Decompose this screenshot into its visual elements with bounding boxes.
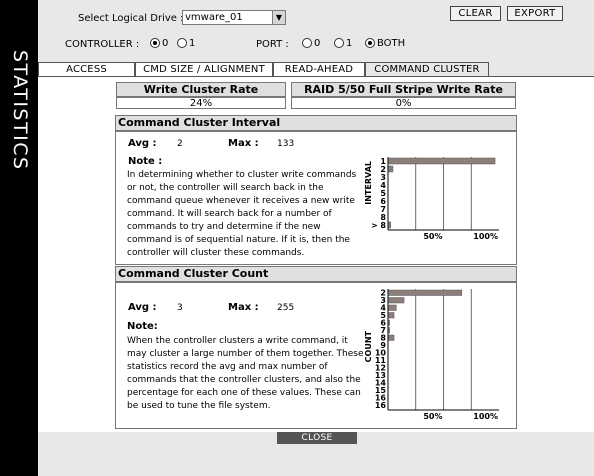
tab-cmd-size-alignment[interactable]: CMD SIZE / ALIGNMENT — [135, 62, 273, 76]
port-option-0[interactable]: 0 — [302, 38, 320, 49]
port-radio-both[interactable] — [365, 38, 375, 48]
interval-bar — [388, 165, 394, 173]
logical-drive-select[interactable]: vmware_01 ▼ — [182, 10, 286, 25]
count-bar — [388, 312, 395, 319]
interval-x-tick-label: 100% — [473, 232, 498, 241]
interval-x-tick-label: 50% — [423, 232, 442, 241]
port-label: PORT : — [256, 39, 289, 50]
interval-avg-value: 2 — [177, 139, 183, 149]
count-bar — [388, 319, 390, 326]
interval-note-label: Note : — [128, 156, 163, 167]
controller-radio-0[interactable] — [150, 38, 160, 48]
tab-read-ahead[interactable]: READ-AHEAD — [273, 62, 365, 76]
interval-max-value: 133 — [277, 139, 295, 149]
count-category-label: > 16 — [372, 401, 386, 410]
count-note-text: When the controller clusters a write com… — [127, 336, 364, 411]
interval-max-label: Max : — [228, 138, 259, 149]
drive-select-label: Select Logical Drive : — [78, 13, 184, 24]
interval-avg-label: Avg : — [128, 138, 157, 149]
count-avg-label: Avg : — [128, 302, 157, 313]
count-bar — [388, 327, 390, 334]
interval-bar — [388, 221, 391, 229]
controller-radio-1[interactable] — [177, 38, 187, 48]
chevron-down-icon[interactable]: ▼ — [272, 11, 285, 24]
count-max-value: 255 — [277, 303, 295, 313]
count-x-tick-label: 50% — [423, 412, 442, 421]
port-option-both[interactable]: BOTH — [365, 38, 405, 49]
count-bar — [388, 297, 405, 304]
controller-option-1[interactable]: 1 — [177, 38, 195, 49]
count-chart: 2345678910111213141516> 1650%100% — [372, 287, 502, 424]
main-panel: Select Logical Drive : vmware_01 ▼ CLEAR… — [38, 0, 594, 476]
port-radio-1[interactable] — [334, 38, 344, 48]
write-cluster-rate-value: 24% — [116, 97, 286, 109]
interval-bar — [388, 157, 496, 165]
write-cluster-rate-header: Write Cluster Rate — [116, 82, 286, 97]
clear-button[interactable]: CLEAR — [450, 6, 501, 21]
raid-full-stripe-value: 0% — [291, 97, 516, 109]
tab-access[interactable]: ACCESS — [38, 62, 135, 76]
content-area: Write Cluster Rate 24% RAID 5/50 Full St… — [38, 77, 594, 432]
controller-option-0[interactable]: 0 — [150, 38, 168, 49]
controller-label: CONTROLLER : — [65, 39, 140, 50]
interval-note-text: In determining whether to cluster write … — [127, 170, 357, 258]
port-radio-0[interactable] — [302, 38, 312, 48]
count-x-tick-label: 100% — [473, 412, 498, 421]
sidebar: STATISTICS — [0, 0, 38, 476]
count-avg-value: 3 — [177, 303, 183, 313]
tab-command-cluster[interactable]: COMMAND CLUSTER — [365, 62, 489, 76]
count-bar — [388, 289, 463, 296]
sidebar-title: STATISTICS — [9, 50, 31, 171]
count-max-label: Max : — [228, 302, 259, 313]
count-bar — [388, 304, 397, 311]
logical-drive-value: vmware_01 — [185, 12, 243, 23]
interval-section-header: Command Cluster Interval — [115, 115, 517, 131]
tab-bar: ACCESS CMD SIZE / ALIGNMENT READ-AHEAD C… — [38, 62, 594, 76]
interval-chart: 12345678> 850% 100% — [372, 155, 502, 255]
count-note-label: Note: — [127, 321, 158, 332]
export-button[interactable]: EXPORT — [507, 6, 563, 21]
count-bar — [388, 334, 395, 341]
interval-category-label: > 8 — [372, 221, 386, 230]
count-section-header: Command Cluster Count — [115, 266, 517, 282]
raid-full-stripe-header: RAID 5/50 Full Stripe Write Rate — [291, 82, 516, 97]
close-button[interactable]: CLOSE — [277, 432, 357, 444]
port-option-1[interactable]: 1 — [334, 38, 352, 49]
